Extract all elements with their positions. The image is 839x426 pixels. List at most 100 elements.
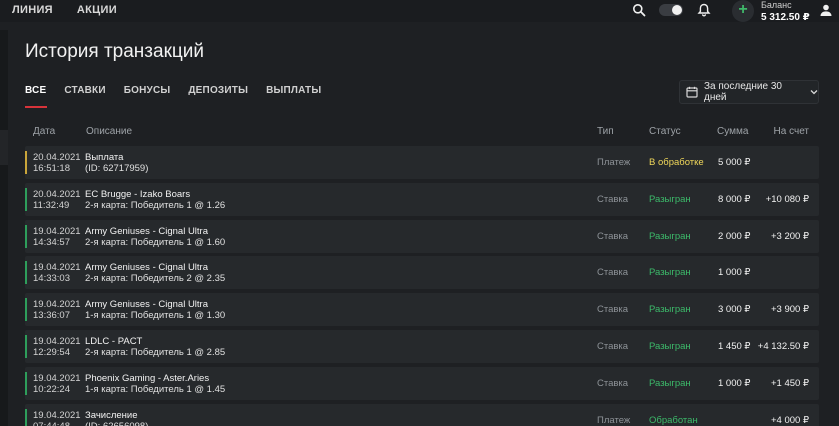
row-description: Зачисление(ID: 62656098): [85, 410, 148, 426]
row-date-day: 20.04.2021: [33, 152, 81, 163]
row-title: Зачисление: [85, 409, 138, 421]
row-type: Платеж: [597, 157, 631, 168]
row-type: Ставка: [597, 377, 629, 389]
row-description: Army Geniuses - Cignal Ultra 2-я карта: П…: [85, 226, 225, 248]
row-title: Phoenix Gaming - Aster.Aries: [85, 372, 210, 384]
row-date-day: 19.04.2021: [33, 409, 81, 421]
tab-deposits[interactable]: ДЕПОЗИТЫ: [188, 85, 248, 108]
row-subtitle: (ID: 62717959): [85, 163, 149, 174]
row-date-time: 11:32:49: [33, 199, 70, 211]
top-bar: ЛИНИЯ АКЦИИ + Баланс 5 312.50 ₽: [0, 0, 839, 23]
row-date-time: 14:33:03: [33, 273, 70, 285]
bell-icon[interactable]: [697, 3, 711, 17]
row-date-day: 19.04.2021: [33, 262, 81, 274]
status-badge: Разыгран: [649, 230, 691, 242]
row-subtitle: 2-я карта: Победитель 1 @ 2.85: [85, 347, 226, 358]
user-icon[interactable]: [819, 3, 833, 17]
status-bar: [25, 371, 27, 395]
row-date-time: 13:36:07: [33, 310, 70, 322]
add-funds-button[interactable]: +: [732, 0, 754, 22]
row-description: EC Brugge - Izako Boars 2-я карта: Победи…: [85, 189, 225, 211]
row-title: LDLC - PACT: [85, 336, 143, 347]
status-badge: Обработан: [649, 414, 698, 426]
col-account: На счет: [773, 126, 809, 137]
row-account: +1 450 ₽: [770, 377, 809, 389]
period-select[interactable]: За последние 30 дней: [679, 80, 819, 104]
balance-value: 5 312.50 ₽: [761, 12, 810, 23]
row-type: Платеж: [597, 414, 631, 426]
row-date: 19.04.2021 10:22:24: [33, 373, 81, 395]
status-badge: Разыгран: [649, 193, 691, 205]
row-date: 19.04.202107:44:48: [33, 410, 81, 426]
balance-label: Баланс: [761, 0, 792, 10]
row-account: +3 200 ₽: [770, 230, 809, 242]
table-header: Дата Описание Тип Статус Сумма На счет: [25, 126, 819, 140]
row-title: Army Geniuses - Cignal Ultra: [85, 299, 209, 311]
nav-item-promos[interactable]: АКЦИИ: [77, 4, 117, 16]
row-description: Phoenix Gaming - Aster.Aries 1-я карта: П…: [85, 373, 225, 395]
status-bar: [25, 408, 27, 426]
balance[interactable]: Баланс 5 312.50 ₽: [761, 0, 810, 23]
page-title: История транзакций: [25, 41, 204, 62]
table-row[interactable]: 20.04.2021 11:32:49 EC Brugge - Izako Boar…: [25, 182, 819, 216]
row-title: EC Brugge - Izako Boars: [85, 188, 191, 200]
row-title: Army Geniuses - Cignal Ultra: [85, 262, 209, 274]
period-label: За последние 30 дней: [704, 81, 782, 103]
status-badge: В обработке: [649, 157, 704, 168]
left-gutter: [0, 30, 8, 426]
tab-all[interactable]: ВСЕ: [25, 85, 48, 108]
col-type: Тип: [597, 126, 614, 137]
row-date: 20.04.2021 11:32:49: [33, 189, 81, 211]
search-icon[interactable]: [632, 3, 646, 17]
row-title: Army Geniuses - Cignal Ultra: [85, 225, 209, 237]
row-subtitle: (ID: 62656098): [85, 421, 148, 426]
row-subtitle: 1-я карта: Победитель 1 @ 1.30: [85, 310, 226, 322]
row-title: Выплата: [85, 152, 124, 163]
chevron-down-icon: [810, 88, 818, 96]
nav-item-line[interactable]: ЛИНИЯ: [12, 4, 53, 16]
moon-icon: [672, 5, 682, 15]
row-date-day: 19.04.2021: [33, 225, 81, 237]
status-badge: Разыгран: [649, 267, 691, 279]
row-subtitle: 2-я карта: Победитель 2 @ 2.35: [85, 273, 226, 285]
row-sum: 5 000 ₽: [718, 157, 751, 168]
status-badge: Разыгран: [649, 377, 691, 389]
row-date-time: 14:34:57: [33, 236, 70, 248]
theme-toggle[interactable]: [659, 4, 683, 16]
tab-bets[interactable]: СТАВКИ: [64, 85, 105, 108]
table-row[interactable]: 19.04.2021 12:29:54 LDLC - PACT 2-я карта: …: [25, 330, 819, 363]
row-account: +4 000 ₽: [770, 414, 809, 426]
row-type: Ставка: [597, 230, 629, 242]
row-date-time: 07:44:48: [33, 421, 81, 426]
tab-payouts[interactable]: ВЫПЛАТЫ: [266, 85, 321, 108]
row-type: Ставка: [597, 267, 629, 279]
table-row[interactable]: 19.04.2021 14:34:57 Army Geniuses - Cignal…: [25, 219, 819, 253]
tab-bonuses[interactable]: БОНУСЫ: [124, 85, 171, 108]
row-sum: 1 000 ₽: [718, 267, 751, 279]
status-badge: Разыгран: [649, 304, 691, 316]
row-date-day: 19.04.2021: [33, 299, 81, 311]
row-type: Ставка: [597, 193, 629, 205]
row-sum: 2 000 ₽: [718, 230, 751, 242]
table-row[interactable]: 19.04.2021 13:36:07 Army Geniuses - Cignal…: [25, 293, 819, 327]
row-date-day: 19.04.2021: [33, 372, 81, 384]
status-bar: [25, 335, 27, 358]
row-date-time: 16:51:18: [33, 163, 70, 174]
row-description: Выплата (ID: 62717959): [85, 152, 148, 174]
table-row[interactable]: 20.04.2021 16:51:18 Выплата (ID: 62717959) П…: [25, 146, 819, 179]
status-badge: Разыгран: [649, 341, 691, 352]
table-row[interactable]: 19.04.202107:44:48Зачисление(ID: 6265609…: [25, 403, 819, 426]
status-bar: [25, 298, 27, 322]
row-description: Army Geniuses - Cignal Ultra 1-я карта: П…: [85, 299, 225, 321]
row-description: Army Geniuses - Cignal Ultra 2-я карта: П…: [85, 262, 225, 284]
table-row[interactable]: 19.04.2021 14:33:03 Army Geniuses - Cignal…: [25, 256, 819, 290]
row-sum: 1 000 ₽: [718, 377, 751, 389]
row-subtitle: 2-я карта: Победитель 1 @ 1.60: [85, 236, 226, 248]
top-nav: ЛИНИЯ АКЦИИ: [12, 4, 117, 16]
row-date: 19.04.2021 14:34:57: [33, 226, 81, 248]
row-type: Ставка: [597, 341, 629, 352]
status-bar: [25, 261, 27, 285]
row-sum: 1 450 ₽: [718, 341, 751, 352]
status-bar: [25, 224, 27, 248]
table-row[interactable]: 19.04.2021 10:22:24 Phoenix Gaming - Aster…: [25, 366, 819, 400]
